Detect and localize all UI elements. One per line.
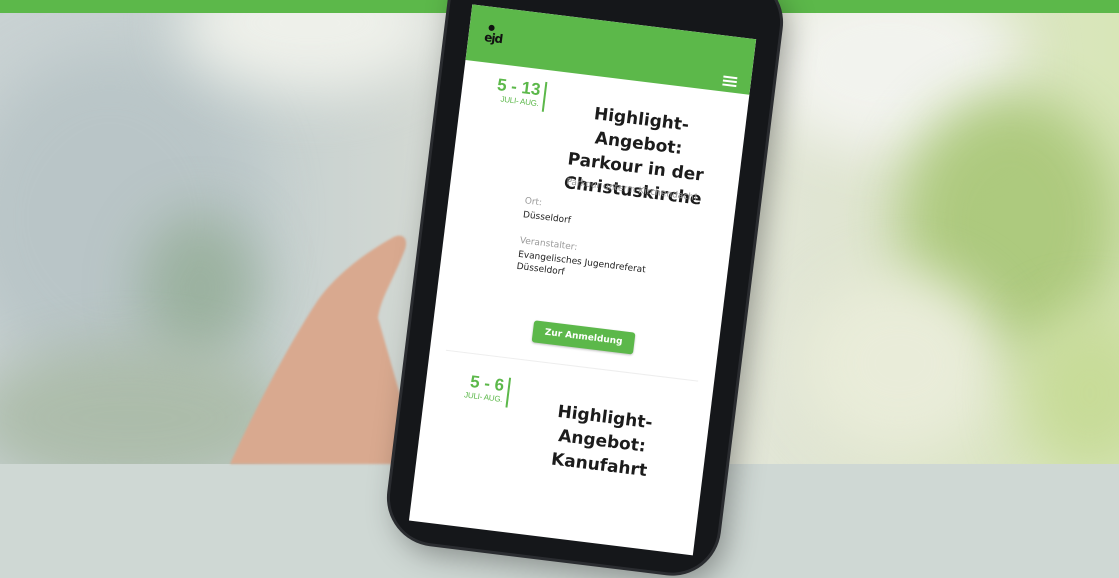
phone-screen: ejd 5 - 13 JULI- AUG. Highlight-Angebot:…	[408, 4, 757, 556]
phone-body: ejd 5 - 13 JULI- AUG. Highlight-Angebot:…	[384, 0, 786, 578]
date-divider	[505, 377, 512, 408]
event-date: 5 - 6 JULI- AUG.	[463, 371, 506, 404]
event-date: 5 - 13 JULI- AUG.	[496, 75, 542, 109]
date-divider	[541, 81, 548, 112]
smartphone: ejd 5 - 13 JULI- AUG. Highlight-Angebot:…	[384, 0, 786, 578]
location-value: Düsseldorf	[522, 210, 572, 226]
location-label: Ort:	[524, 196, 543, 209]
hamburger-icon[interactable]	[722, 75, 738, 88]
register-button[interactable]: Zur Anmeldung	[531, 320, 636, 355]
organizer-value: Evangelisches Jugendreferat Düsseldorf	[516, 249, 647, 278]
event-title[interactable]: Highlight-Angebot: Kanufahrt	[508, 395, 695, 488]
ejd-logo[interactable]: ejd	[483, 24, 511, 49]
